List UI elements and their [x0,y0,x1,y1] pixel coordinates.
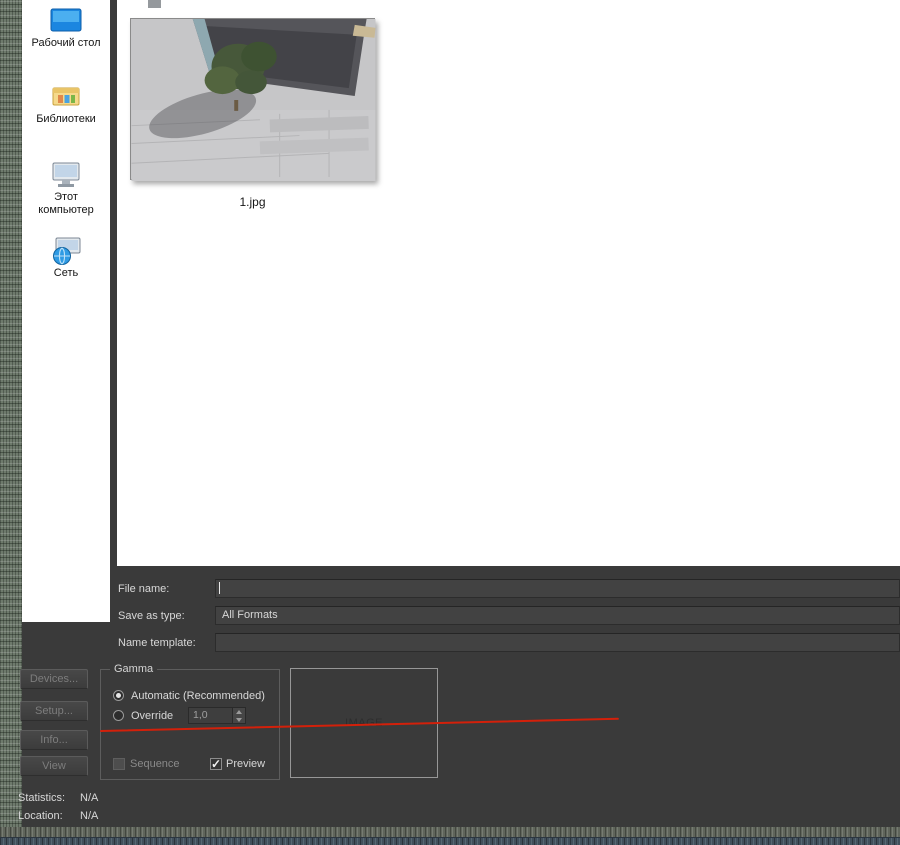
setup-button[interactable]: Setup... [20,701,88,721]
sidebar-item-libraries[interactable]: Библиотеки [22,82,110,126]
location-label: Location: [18,810,63,822]
file-thumbnail[interactable] [130,18,376,181]
gamma-automatic-radio[interactable] [113,690,124,701]
statistics-label: Statistics: [18,792,66,804]
desktop-texture-bottom [0,827,900,837]
name-template-input[interactable] [215,633,900,652]
sidebar-item-this-pc[interactable]: Этот компьютер [22,160,110,217]
preview-checkbox[interactable] [210,757,222,771]
gamma-automatic-label[interactable]: Automatic (Recommended) [131,690,265,702]
spinner-up-icon[interactable] [233,708,245,716]
window-edge-artifact [148,0,161,8]
preview-label[interactable]: Preview [226,758,265,770]
name-template-label: Name template: [118,637,196,649]
sidebar-item-label: Сеть [53,267,79,279]
statistics-value: N/A [80,792,99,804]
desktop-icon [49,6,83,36]
file-name-input[interactable] [215,579,900,598]
save-as-type-label: Save as type: [118,610,185,622]
gamma-group-title: Gamma [110,663,158,675]
spinner-buttons [232,708,245,723]
places-sidebar: Рабочий стол Библиотеки Этот компьютер С… [22,0,110,622]
info-button[interactable]: Info... [20,730,88,750]
sequence-label[interactable]: Sequence [130,758,180,770]
sequence-checkbox[interactable] [113,758,125,770]
file-browser-area[interactable]: 1.jpg [117,0,900,566]
devices-button[interactable]: Devices... [20,669,88,689]
location-value: N/A [80,810,99,822]
file-thumbnail-image [131,19,376,181]
sidebar-item-label: Этот компьютер [38,191,94,216]
save-image-dialog: Рабочий стол Библиотеки Этот компьютер С… [0,0,900,845]
file-name-label: 1.jpg [239,195,266,209]
spinner-down-icon[interactable] [233,715,245,723]
sidebar-item-label: Рабочий стол [31,37,101,49]
gamma-override-radio[interactable] [113,710,124,721]
save-as-type-select[interactable]: All Formats [215,606,900,625]
gamma-override-label[interactable]: Override [131,710,173,722]
view-button[interactable]: View [20,756,88,776]
taskbar-strip [0,837,900,845]
computer-icon [49,160,83,190]
text-cursor [219,582,220,594]
gamma-override-spinner[interactable]: 1,0 [188,707,246,724]
gamma-override-value[interactable]: 1,0 [189,708,232,723]
file-name-field-label: File name: [118,583,170,595]
sidebar-item-desktop[interactable]: Рабочий стол [22,6,110,50]
sidebar-item-label: Библиотеки [36,113,96,125]
desktop-texture-left [0,0,22,845]
sidebar-item-network[interactable]: Сеть [22,236,110,280]
libraries-icon [49,82,83,112]
network-icon [49,236,83,266]
